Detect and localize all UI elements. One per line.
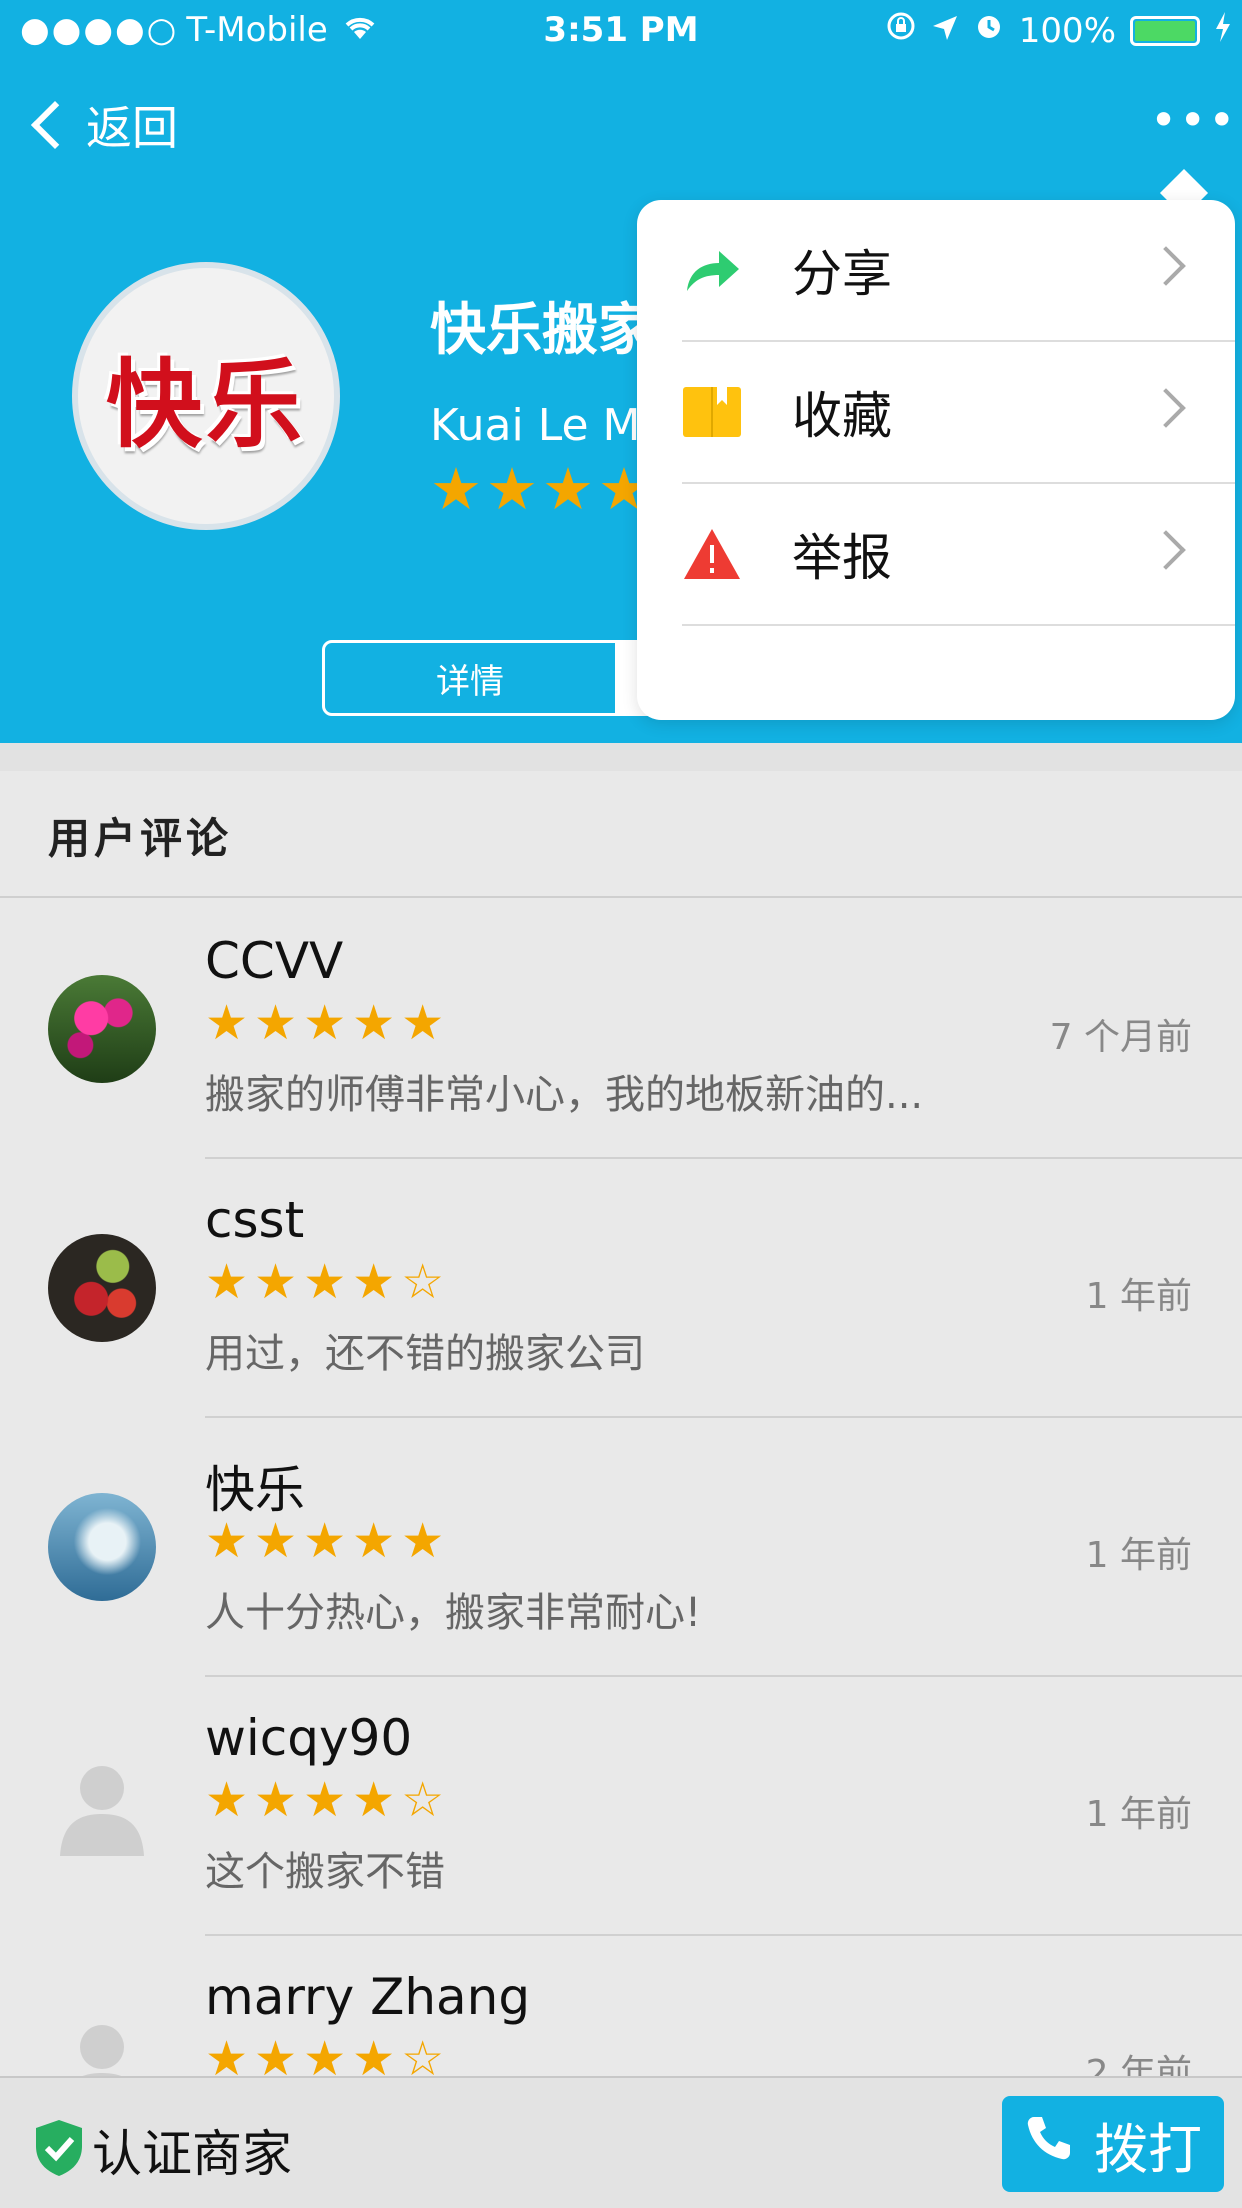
alarm-icon — [973, 10, 1005, 51]
verified-label: 认证商家 — [92, 2125, 292, 2183]
review-stars: ★★★★★ — [205, 1513, 451, 1569]
back-button[interactable]: 返回 — [20, 90, 178, 160]
menu-item-share[interactable]: 分享 — [682, 200, 1235, 342]
bottom-bar: 认证商家 拨打 — [0, 2076, 1242, 2208]
avatar — [48, 1234, 156, 1342]
avatar — [48, 975, 156, 1083]
review-comment: 搬家的师傅非常小心，我的地板新油的... — [205, 1072, 924, 1118]
reviewer-name: 快乐 — [205, 1461, 305, 1519]
divider — [0, 896, 1242, 898]
section-gap — [0, 743, 1242, 771]
reviewer-name: csst — [205, 1191, 305, 1249]
review-time: 1 年前 — [1085, 1794, 1192, 1835]
chevron-right-icon — [1146, 246, 1186, 286]
status-bar: ●●●●○ T-Mobile 3:51 PM 100% — [0, 0, 1242, 62]
merchant-pinyin: Kuai Le M — [430, 400, 641, 451]
phone-icon — [1024, 2113, 1074, 2176]
shield-check-icon — [32, 2118, 86, 2182]
reviewer-name: CCVV — [205, 932, 344, 990]
more-button[interactable]: ••• — [1150, 97, 1235, 150]
battery-percent: 100% — [1018, 10, 1116, 51]
review-comment: 这个搬家不错 — [205, 1849, 445, 1895]
reviewer-name: marry Zhang — [205, 1968, 531, 2026]
merchant-logo: 快乐 — [72, 262, 340, 530]
review-item[interactable]: wicqy90 ★★★★☆ 1 年前 这个搬家不错 — [0, 1677, 1242, 1936]
back-chevron-icon — [30, 100, 80, 150]
verified-merchant: 认证商家 — [32, 2114, 292, 2186]
menu-item-report[interactable]: 举报 — [682, 484, 1235, 626]
back-label: 返回 — [86, 101, 178, 155]
status-indicators: 100% — [885, 10, 1232, 51]
reviewer-name: wicqy90 — [205, 1709, 413, 1767]
chevron-right-icon — [1146, 530, 1186, 570]
share-arrow-icon — [682, 240, 742, 300]
review-time: 1 年前 — [1085, 1535, 1192, 1576]
rotation-lock-icon — [885, 10, 917, 51]
menu-label-share: 分享 — [792, 245, 892, 303]
location-icon — [931, 11, 959, 51]
charging-icon — [1214, 11, 1232, 51]
merchant-rating-stars: ★★★★ — [430, 455, 654, 523]
review-item[interactable]: csst ★★★★☆ 1 年前 用过，还不错的搬家公司 — [0, 1159, 1242, 1418]
review-item[interactable]: 快乐 ★★★★★ 1 年前 人十分热心，搬家非常耐心! — [0, 1418, 1242, 1677]
review-stars: ★★★★☆ — [205, 1254, 451, 1310]
menu-label-report: 举报 — [792, 529, 892, 587]
menu-label-favorite: 收藏 — [792, 387, 892, 445]
review-comment: 用过，还不错的搬家公司 — [205, 1331, 645, 1377]
merchant-name: 快乐搬家 — [430, 298, 654, 363]
bookmark-icon — [682, 382, 742, 442]
avatar — [48, 1493, 156, 1601]
review-time: 1 年前 — [1085, 1276, 1192, 1317]
chevron-right-icon — [1146, 388, 1186, 428]
review-comment: 人十分热心，搬家非常耐心! — [205, 1590, 702, 1636]
battery-icon — [1130, 15, 1200, 46]
review-stars: ★★★★☆ — [205, 1772, 451, 1828]
logo-text: 快乐 — [106, 347, 306, 461]
tab-details[interactable]: 详情 — [322, 640, 618, 716]
more-popup-menu: 分享 收藏 举报 — [637, 200, 1235, 720]
reviews-title: 用户评论 — [48, 814, 233, 863]
review-item[interactable]: CCVV ★★★★★ 7 个月前 搬家的师傅非常小心，我的地板新油的... — [0, 900, 1242, 1159]
menu-item-favorite[interactable]: 收藏 — [682, 342, 1235, 484]
review-stars: ★★★★★ — [205, 995, 451, 1051]
default-user-icon — [48, 1752, 156, 1860]
call-button[interactable]: 拨打 — [1002, 2096, 1224, 2192]
call-label: 拨打 — [1094, 2117, 1202, 2181]
warning-icon — [682, 524, 742, 584]
review-time: 7 个月前 — [1049, 1017, 1192, 1058]
